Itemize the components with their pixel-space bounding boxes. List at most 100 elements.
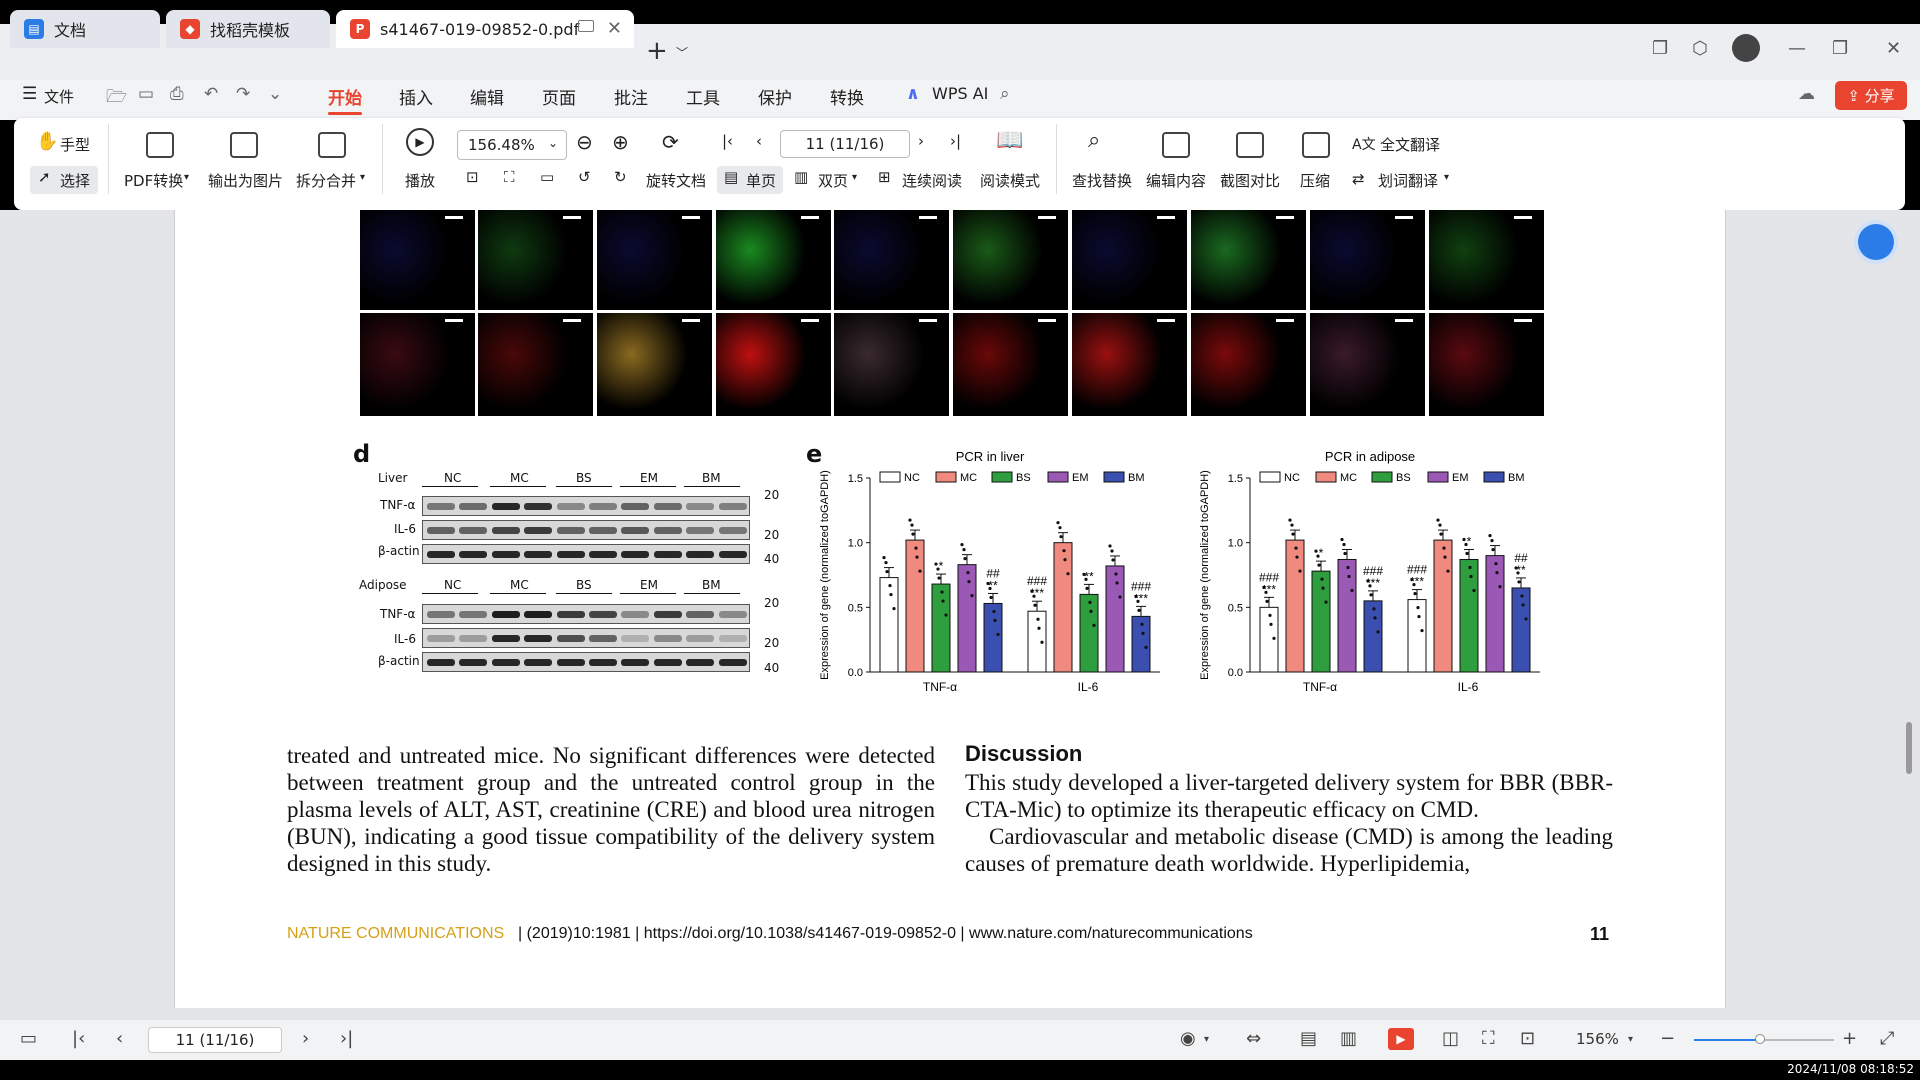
menu-annotate[interactable]: 批注 [614,84,648,109]
export-image-button[interactable]: 输出为图片 [208,170,283,191]
crop-icon[interactable]: ⊡ [1520,1028,1535,1049]
menu-tools[interactable]: 工具 [686,84,720,109]
undo-icon[interactable]: ↶ [204,84,218,104]
open-folder-icon[interactable]: 🗁 [106,84,127,113]
rotate-right-icon[interactable]: ↻ [614,168,627,186]
minimize-icon[interactable]: — [1788,38,1806,59]
hand-tool-button[interactable]: 手型 [60,134,90,155]
edit-content-button[interactable]: 编辑内容 [1146,170,1206,191]
redo-icon[interactable]: ↷ [236,84,250,104]
zoom-slider-knob[interactable] [1755,1034,1765,1044]
compress-button[interactable]: 压缩 [1300,170,1330,191]
double-page-button[interactable]: 双页 [818,170,848,191]
chevron-down-icon[interactable]: ⌄ [268,84,282,104]
chevron-down-icon[interactable]: ﹀ [676,44,688,61]
prev-page-icon[interactable]: ‹ [116,1028,123,1049]
status-page-input[interactable]: 11 (11/16) [148,1027,282,1053]
scale-bar [563,319,581,322]
close-tab-icon[interactable]: ✕ [607,18,622,39]
status-zoom[interactable]: 156% [1576,1030,1619,1048]
zoom-out-icon[interactable]: ⊖ [576,130,593,154]
tab-pdf[interactable]: P s41467-019-09852-0.pdf ✕ [336,10,634,48]
fit-page-icon[interactable]: ⛶ [504,168,515,186]
actual-size-icon[interactable]: ⊡ [466,168,479,186]
scrollbar[interactable] [1904,220,1912,1010]
assistant-float-icon[interactable] [1858,224,1894,260]
zoom-in-icon[interactable]: ⊕ [612,130,629,154]
fullscreen-fit-icon[interactable]: ⛶ [1482,1028,1495,1049]
window-icon[interactable]: ❐ [1652,38,1668,59]
single-page-button[interactable]: 单页 [746,170,776,191]
menu-edit[interactable]: 编辑 [470,84,504,109]
next-page-icon[interactable]: › [302,1028,309,1049]
menu-convert[interactable]: 转换 [830,84,864,109]
chevron-down-icon[interactable]: ▾ [1204,1034,1209,1045]
double-page-icon[interactable]: ▥ [1340,1028,1357,1049]
play-button[interactable]: 播放 [405,170,435,191]
sidebar-toggle-icon[interactable]: ▭ [20,1028,37,1049]
wb-group: NC [444,578,462,592]
blot-band [491,635,520,642]
first-page-icon[interactable]: |‹ [72,1028,85,1049]
tab-template[interactable]: ◆ 找稻壳模板 [166,10,330,48]
close-window-icon[interactable]: ✕ [1886,38,1901,59]
zoom-in-icon[interactable]: + [1842,1028,1857,1049]
select-tool-button[interactable]: 选择 [60,170,90,191]
fit-width-icon[interactable]: ⇔ [1246,1028,1261,1049]
pdf-convert-button[interactable]: PDF转换 [124,170,183,191]
page-number-input[interactable]: 11 (11/16) [780,130,910,158]
new-tab-button[interactable]: + [646,36,668,66]
read-mode-button[interactable]: 阅读模式 [980,170,1040,191]
fit-width-icon[interactable]: ▭ [540,168,554,186]
restore-icon[interactable]: ❐ [1832,38,1848,59]
play-icon[interactable]: ▶ [1388,1028,1414,1050]
menu-protect[interactable]: 保护 [758,84,792,109]
continuous-read-button[interactable]: 连续阅读 [902,170,962,191]
last-page-icon[interactable]: ›| [340,1028,353,1049]
menu-wps-ai[interactable]: WPS AI [932,84,988,103]
first-page-icon[interactable]: |‹ [722,132,733,150]
blot-strip [422,544,750,564]
hamburger-icon[interactable]: ☰ [22,84,37,104]
single-page-icon[interactable]: ▤ [1300,1028,1317,1049]
zoom-select[interactable]: 156.48% ⌄ [457,130,567,160]
save-icon[interactable]: ▭ [138,84,154,104]
fullscreen-icon[interactable]: ⤢ [1880,1028,1894,1049]
share-button[interactable]: ⇪ 分享 [1835,81,1907,110]
rotate-left-icon[interactable]: ↺ [578,168,591,186]
rotate-doc-button[interactable]: 旋转文档 [646,170,706,191]
split-merge-button[interactable]: 拆分合并 [296,170,356,191]
continuous-icon: ⊞ [878,168,891,186]
avatar[interactable] [1732,34,1760,62]
monitor-icon[interactable] [578,20,594,32]
cloud-upload-icon[interactable]: ☁ [1798,84,1815,104]
screenshot-compare-button[interactable]: 截图对比 [1220,170,1280,191]
search-icon[interactable]: ⌕ [1000,84,1010,104]
data-point [937,576,941,580]
split-merge-icon [318,132,346,158]
eye-icon[interactable]: ◉ [1180,1028,1196,1049]
tab-documents[interactable]: ▤ 文档 [10,10,160,48]
prev-page-icon[interactable]: ‹ [756,132,762,150]
scrollbar-thumb[interactable] [1906,722,1912,774]
chart-title: PCR in adipose [1325,449,1415,464]
cube-icon[interactable]: ⬡ [1692,38,1708,59]
book-view-icon[interactable]: ◫ [1442,1028,1459,1049]
menu-file[interactable]: 文件 [44,86,74,107]
bar [957,564,977,673]
data-point [944,613,948,617]
chevron-down-icon[interactable]: ▾ [1628,1034,1633,1045]
data-point [892,606,896,611]
next-page-icon[interactable]: › [918,132,924,150]
data-point [884,560,888,565]
full-translate-button[interactable]: 全文翻译 [1380,134,1440,155]
menu-page[interactable]: 页面 [542,84,576,109]
zoom-out-icon[interactable]: − [1660,1028,1675,1049]
last-page-icon[interactable]: ›| [950,132,961,150]
print-icon[interactable]: ⎙ [170,84,184,104]
menu-insert[interactable]: 插入 [399,84,433,109]
find-replace-button[interactable]: 查找替换 [1072,170,1132,191]
wb-group: EM [640,471,658,485]
menu-start[interactable]: 开始 [328,84,362,109]
word-translate-button[interactable]: 划词翻译 [1378,170,1438,191]
